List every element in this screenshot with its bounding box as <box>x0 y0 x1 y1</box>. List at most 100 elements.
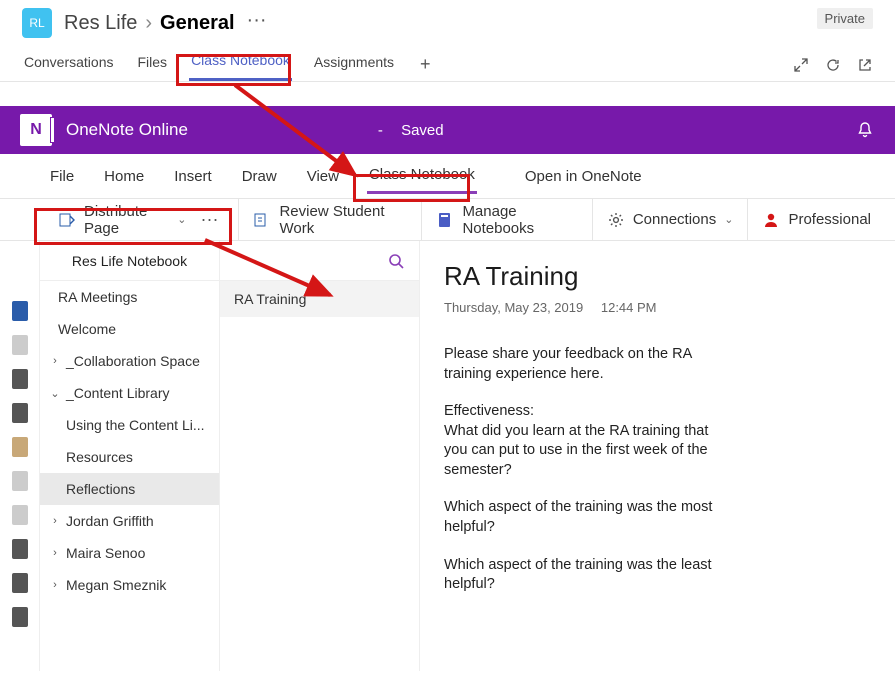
channel-avatar: RL <box>22 8 52 38</box>
caret-down-icon: ⌄ <box>50 387 60 400</box>
breadcrumb-team[interactable]: Res Life <box>64 12 137 35</box>
notebook-swatch[interactable] <box>12 369 28 389</box>
section-item[interactable]: ⌄ _Content Library <box>40 377 219 409</box>
page-time: 12:44 PM <box>601 300 657 315</box>
caret-right-icon: › <box>50 547 60 559</box>
section-item[interactable]: › _Collaboration Space <box>40 345 219 377</box>
gear-icon <box>607 211 625 229</box>
section-item[interactable]: Using the Content Li... <box>40 409 219 441</box>
notebook-title[interactable]: Res Life Notebook <box>46 253 213 269</box>
section-item[interactable]: › Megan Smeznik <box>40 569 219 601</box>
ribbon-draw[interactable]: Draw <box>240 166 279 193</box>
top-tabs: Conversations Files Class Notebook Assig… <box>0 42 895 82</box>
distribute-page-label: Distribute Page <box>84 203 169 237</box>
page-date: Thursday, May 23, 2019 <box>444 300 583 315</box>
manage-notebooks-button[interactable]: Manage Notebooks <box>422 199 592 240</box>
notifications-icon[interactable] <box>855 120 875 140</box>
main-area: Res Life Notebook RA Meetings Welcome › _Co… <box>0 241 895 671</box>
onenote-logo-icon: N <box>20 114 52 146</box>
section-item[interactable]: Welcome <box>40 313 219 345</box>
tab-conversations[interactable]: Conversations <box>22 50 116 80</box>
teams-header: RL Res Life › General ··· Private <box>0 0 895 42</box>
caret-right-icon: › <box>50 579 60 591</box>
section-label: Welcome <box>58 321 116 337</box>
notebook-swatch[interactable] <box>12 471 28 491</box>
expand-icon[interactable] <box>793 57 809 73</box>
connections-button[interactable]: Connections ⌄ <box>593 199 749 240</box>
page-paragraph[interactable]: Which aspect of the training was the lea… <box>444 556 724 595</box>
ribbon-view[interactable]: View <box>305 166 341 193</box>
class-notebook-toolbar: Distribute Page ⌄ ··· Review Student Wor… <box>0 199 895 241</box>
review-student-work-button[interactable]: Review Student Work <box>239 199 422 240</box>
caret-right-icon: › <box>50 515 60 527</box>
section-item[interactable]: Reflections <box>40 473 219 505</box>
channel-more-icon[interactable]: ··· <box>243 9 271 32</box>
section-label: Maira Senoo <box>66 545 145 561</box>
ribbon-tabs: File Home Insert Draw View Class Noteboo… <box>0 154 895 199</box>
section-item[interactable]: RA Meetings <box>40 281 219 313</box>
search-icon[interactable] <box>387 252 405 270</box>
notebook-swatch[interactable] <box>12 301 28 321</box>
section-label: RA Meetings <box>58 289 137 305</box>
section-label: _Collaboration Space <box>66 353 200 369</box>
popout-icon[interactable] <box>857 57 873 73</box>
manage-label: Manage Notebooks <box>462 203 577 237</box>
page-paragraph[interactable]: Please share your feedback on the RA tra… <box>444 345 724 384</box>
sections-column: Res Life Notebook RA Meetings Welcome › _Co… <box>40 241 220 671</box>
section-label: _Content Library <box>66 385 170 401</box>
tab-assignments[interactable]: Assignments <box>312 50 396 80</box>
ribbon-open-in-onenote[interactable]: Open in OneNote <box>523 166 644 193</box>
section-label: Jordan Griffith <box>66 513 154 529</box>
tab-files[interactable]: Files <box>136 50 170 80</box>
add-tab-button[interactable]: + <box>416 54 435 75</box>
breadcrumb-channel[interactable]: General <box>160 12 234 35</box>
section-item[interactable]: Resources <box>40 441 219 473</box>
section-item[interactable]: › Maira Senoo <box>40 537 219 569</box>
ribbon-class-notebook[interactable]: Class Notebook <box>367 164 477 194</box>
notebook-swatch[interactable] <box>12 437 28 457</box>
ribbon-insert[interactable]: Insert <box>172 166 214 193</box>
professional-button[interactable]: Professional <box>748 199 885 240</box>
notebook-icon <box>436 211 454 229</box>
chevron-down-icon: ⌄ <box>724 213 733 226</box>
save-status: - Saved <box>378 122 444 139</box>
more-icon[interactable]: ··· <box>194 209 224 230</box>
page-editor[interactable]: RA Training Thursday, May 23, 2019 12:44… <box>420 241 895 671</box>
notebook-swatch[interactable] <box>12 607 28 627</box>
person-icon <box>762 211 780 229</box>
section-label: Resources <box>66 449 133 465</box>
distribute-page-button[interactable]: Distribute Page ⌄ ··· <box>44 199 239 240</box>
section-item[interactable]: › Jordan Griffith <box>40 505 219 537</box>
notebook-swatch[interactable] <box>12 335 28 355</box>
section-label: Reflections <box>66 481 135 497</box>
caret-right-icon: › <box>50 355 60 367</box>
review-icon <box>253 211 271 229</box>
ribbon-file[interactable]: File <box>48 166 76 193</box>
page-body[interactable]: Please share your feedback on the RA tra… <box>444 345 871 595</box>
page-item-ra-training[interactable]: RA Training <box>220 281 419 317</box>
private-badge: Private <box>817 8 873 29</box>
page-meta: Thursday, May 23, 2019 12:44 PM <box>444 300 871 315</box>
page-paragraph[interactable]: Effectiveness:What did you learn at the … <box>444 402 724 480</box>
chevron-down-icon: ⌄ <box>177 213 186 226</box>
onenote-header: N OneNote Online - Saved <box>0 106 895 154</box>
onenote-app-title: OneNote Online <box>66 120 188 140</box>
notebook-swatch[interactable] <box>12 573 28 593</box>
notebook-swatch[interactable] <box>12 505 28 525</box>
notebook-color-column <box>0 241 40 671</box>
professional-label: Professional <box>788 211 871 228</box>
page-paragraph[interactable]: Which aspect of the training was the mos… <box>444 498 724 537</box>
notebook-swatch[interactable] <box>12 403 28 423</box>
page-title[interactable]: RA Training <box>444 261 871 292</box>
refresh-icon[interactable] <box>825 57 841 73</box>
notebook-swatch[interactable] <box>12 539 28 559</box>
pages-column: RA Training <box>220 241 420 671</box>
tab-class-notebook[interactable]: Class Notebook <box>189 48 292 81</box>
section-label: Megan Smeznik <box>66 577 166 593</box>
connections-label: Connections <box>633 211 716 228</box>
review-label: Review Student Work <box>279 203 407 237</box>
ribbon-home[interactable]: Home <box>102 166 146 193</box>
breadcrumb-separator: › <box>145 12 152 35</box>
distribute-page-icon <box>58 211 76 229</box>
section-label: Using the Content Li... <box>66 417 205 433</box>
